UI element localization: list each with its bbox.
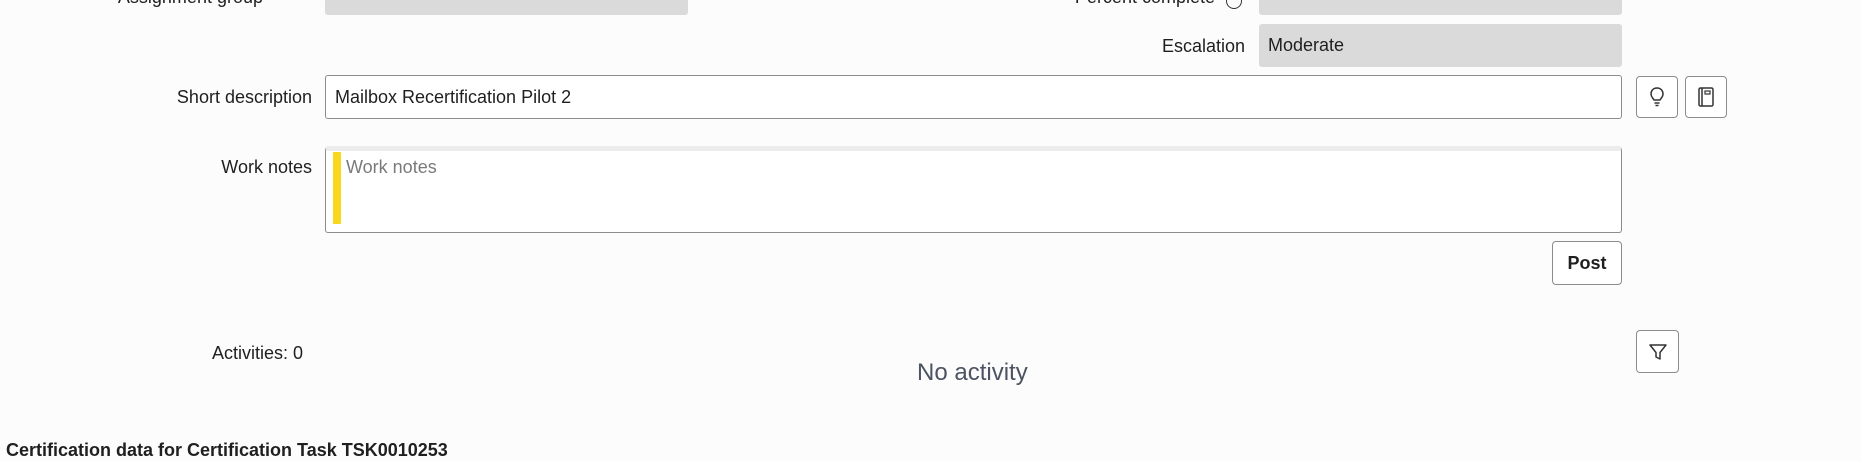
no-activity-text: No activity xyxy=(917,359,1028,386)
percent-complete-field[interactable] xyxy=(1259,0,1622,15)
percent-complete-label: Percent complete xyxy=(1075,0,1215,8)
filter-icon xyxy=(1648,343,1667,360)
assignment-group-label: Assignment group xyxy=(118,0,263,8)
certification-data-title: Certification data for Certification Tas… xyxy=(6,440,448,460)
info-icon[interactable] xyxy=(1226,0,1242,9)
work-notes-textarea[interactable]: Work notes xyxy=(325,146,1622,233)
escalation-label: Escalation xyxy=(1161,36,1245,56)
lightbulb-icon xyxy=(1650,87,1664,107)
escalation-field[interactable]: Moderate xyxy=(1259,24,1622,67)
book-icon xyxy=(1698,87,1714,107)
activities-count: Activities: 0 xyxy=(212,343,304,363)
short-description-label: Short description xyxy=(176,87,312,107)
work-notes-placeholder: Work notes xyxy=(346,157,437,177)
filter-button[interactable] xyxy=(1636,330,1679,373)
escalation-value: Moderate xyxy=(1268,35,1345,55)
work-notes-label: Work notes xyxy=(221,157,312,177)
work-notes-accent-bar xyxy=(333,152,341,224)
post-button[interactable]: Post xyxy=(1552,241,1622,285)
suggestion-button[interactable] xyxy=(1636,76,1678,118)
short-description-input[interactable]: Mailbox Recertification Pilot 2 xyxy=(325,75,1622,119)
knowledge-button[interactable] xyxy=(1685,76,1727,118)
assignment-group-field[interactable] xyxy=(325,0,688,15)
